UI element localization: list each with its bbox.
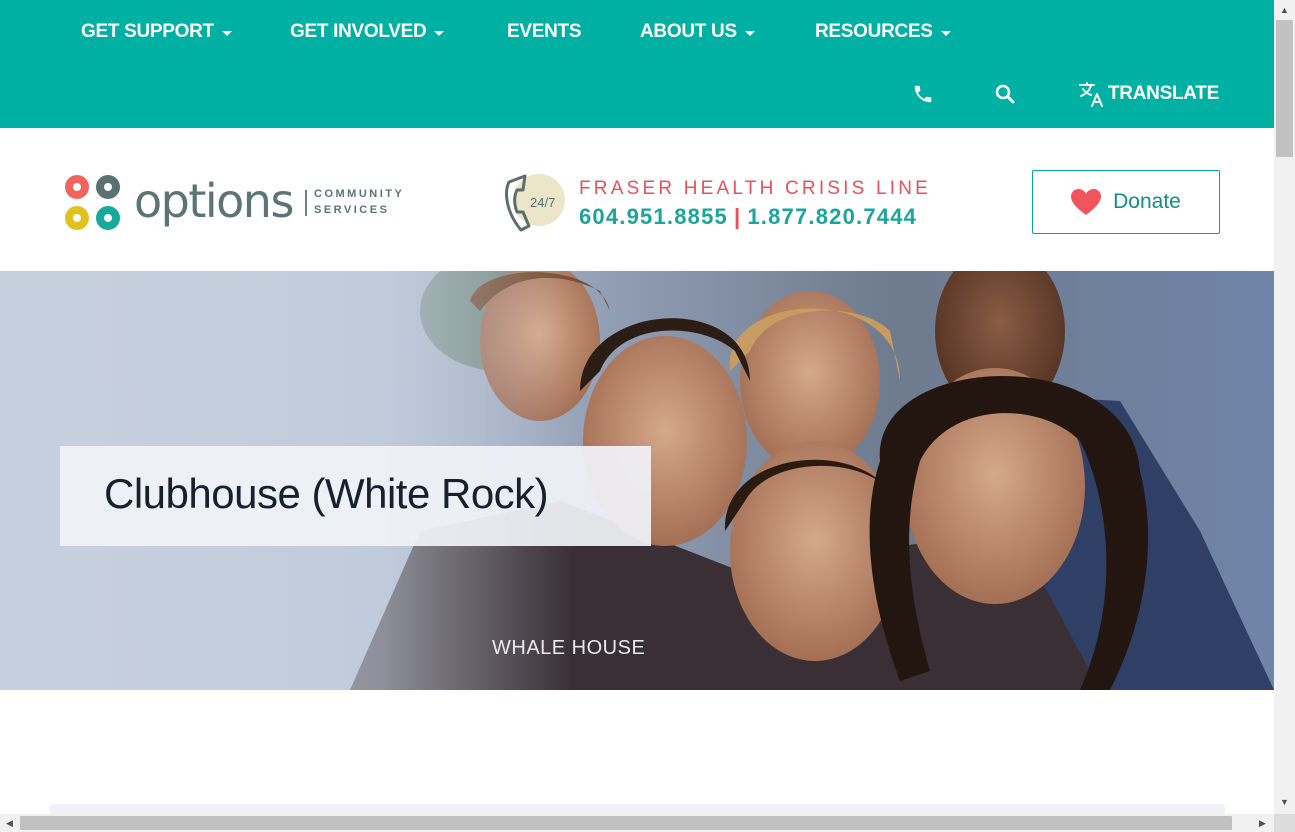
nav-item-label: ABOUT US [640,21,737,42]
search-button[interactable] [995,80,1015,108]
crisis-phone-tollfree[interactable]: 1.877.820.7444 [747,204,917,229]
top-navigation-bar: GET SUPPORT GET INVOLVED EVENTS ABOUT US… [0,0,1274,128]
crisis-phone-local[interactable]: 604.951.8855 [579,204,728,229]
translate-button[interactable]: TRANSLATE [1078,80,1219,108]
nav-item-get-support[interactable]: GET SUPPORT [81,20,232,44]
logo-subtitle-line1: COMMUNITY [314,188,405,200]
caret-down-icon [221,30,232,36]
nav-item-resources[interactable]: RESOURCES [815,20,951,44]
nav-item-label: RESOURCES [815,21,933,42]
donate-label: Donate [1113,190,1181,213]
hero-title-box: Clubhouse (White Rock) [60,446,651,546]
scroll-left-icon[interactable]: ◀ [6,818,13,828]
scroll-up-icon[interactable]: ▲ [1280,5,1289,15]
donate-button[interactable]: Donate [1032,170,1220,234]
nav-item-about-us[interactable]: ABOUT US [640,20,755,44]
scroll-down-icon[interactable]: ▼ [1280,797,1289,807]
translate-label: TRANSLATE [1108,83,1219,104]
hero-banner: Clubhouse (White Rock) WHALE HOUSE [0,271,1274,690]
scroll-right-icon[interactable]: ▶ [1259,818,1266,828]
logo-wordmark: options [134,174,294,228]
nav-item-events[interactable]: EVENTS [507,20,582,44]
logo-divider [305,190,307,216]
site-header: options COMMUNITY SERVICES 24/7 FRASER H… [0,128,1274,271]
caret-down-icon [744,30,755,36]
nav-item-label: GET INVOLVED [290,21,427,42]
vertical-scroll-thumb[interactable] [1276,20,1293,157]
nav-item-get-involved[interactable]: GET INVOLVED [290,20,445,44]
hero-caption: WHALE HOUSE [492,637,646,659]
crisis-line-title: FRASER HEALTH CRISIS LINE [579,178,932,199]
vertical-scrollbar[interactable]: ▲ ▼ [1274,0,1295,814]
phone-button[interactable] [912,80,934,108]
heart-icon [1071,188,1102,215]
crisis-phones: 604.951.8855 | 1.877.820.7444 [579,204,917,230]
caret-down-icon [434,30,445,36]
phone-separator: | [733,204,742,229]
options-logo[interactable]: options COMMUNITY SERVICES [62,172,422,234]
crisis-line: 24/7 FRASER HEALTH CRISIS LINE 604.951.8… [503,170,933,236]
nav-item-label: EVENTS [507,21,582,42]
translate-icon [1079,82,1103,107]
main-nav: GET SUPPORT GET INVOLVED EVENTS ABOUT US… [0,0,1274,64]
nav-item-label: GET SUPPORT [81,21,214,42]
logo-mark-icon [65,175,120,230]
horizontal-scroll-thumb[interactable] [20,816,1232,830]
phone-24-7-icon: 24/7 [505,174,565,232]
search-icon [995,84,1015,104]
badge-24-7: 24/7 [530,195,555,210]
phone-icon [914,85,932,103]
horizontal-scrollbar[interactable]: ◀ ▶ [0,814,1274,832]
scrollbar-corner [1274,814,1295,832]
page-title: Clubhouse (White Rock) [104,470,549,517]
caret-down-icon [940,30,951,36]
logo-subtitle-line2: SERVICES [314,204,390,216]
